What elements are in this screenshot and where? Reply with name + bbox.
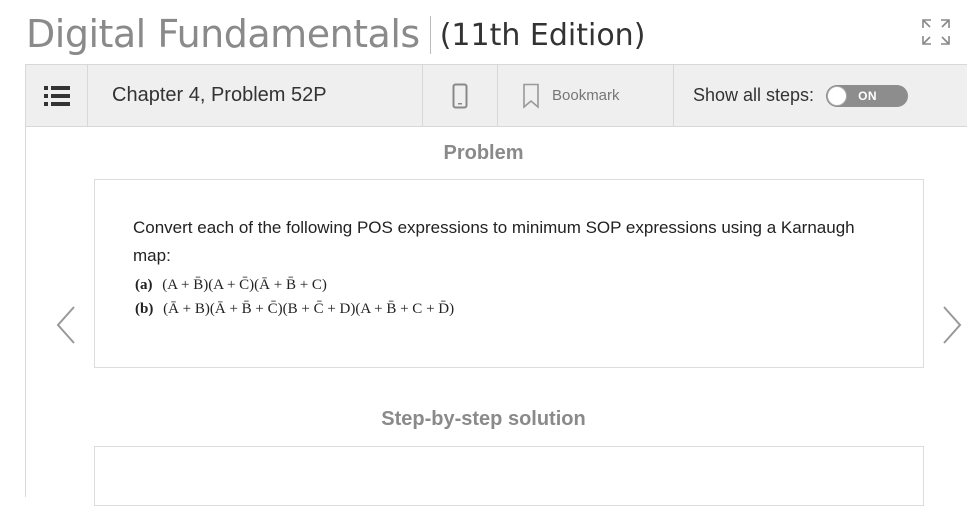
chevron-left-icon [56,306,75,344]
expression-b-tag: (b) [135,301,154,317]
expand-button[interactable] [921,18,951,46]
show-all-steps: Show all steps: ON [674,65,954,126]
toggle-knob [827,85,848,106]
menu-button[interactable] [26,65,88,126]
mobile-view-button[interactable] [423,65,498,126]
chevron-right-icon [943,306,962,344]
bookmark-button[interactable]: Bookmark [498,65,674,126]
expression-b-text: (Ā + B)(Ā + B̄ + C̄)(B + C̄ + D)(A + B̄ … [163,301,455,317]
list-icon [43,85,70,106]
chapter-problem-text: Chapter 4, Problem 52P [112,84,327,106]
expression-a-text: (A + B̄)(A + C̄)(Ā + B̄ + C) [162,277,327,293]
problem-statement: Convert each of the following POS expres… [133,218,855,265]
bookmark-label: Bookmark [552,87,620,104]
problem-heading: Problem [443,142,524,164]
chapter-problem-label: Chapter 4, Problem 52P [88,65,423,126]
book-title-bar: Digital Fundamentals (11th Edition) [26,8,645,58]
expression-a-tag: (a) [135,277,153,293]
expression-b: (b) (Ā + B)(Ā + B̄ + C̄)(B + C̄ + D)(A +… [135,301,454,318]
show-steps-toggle[interactable]: ON [826,84,909,107]
solution-box [94,446,924,506]
expression-a: (a) (A + B̄)(A + C̄)(Ā + B̄ + C) [135,277,327,294]
solution-heading: Step-by-step solution [381,408,586,430]
bookmark-icon [522,83,540,109]
smartphone-icon [452,83,468,108]
next-problem-button[interactable] [940,305,964,345]
book-title: Digital Fundamentals [26,12,420,56]
previous-problem-button[interactable] [54,305,78,345]
expand-icon [922,19,950,45]
title-divider [429,16,431,54]
show-steps-label: Show all steps: [693,85,815,105]
book-edition: (11th Edition) [439,18,646,53]
problem-toolbar: Chapter 4, Problem 52P Bookmark Show all… [25,64,967,127]
toggle-state-label: ON [858,88,878,103]
problem-box: Convert each of the following POS expres… [94,179,924,368]
